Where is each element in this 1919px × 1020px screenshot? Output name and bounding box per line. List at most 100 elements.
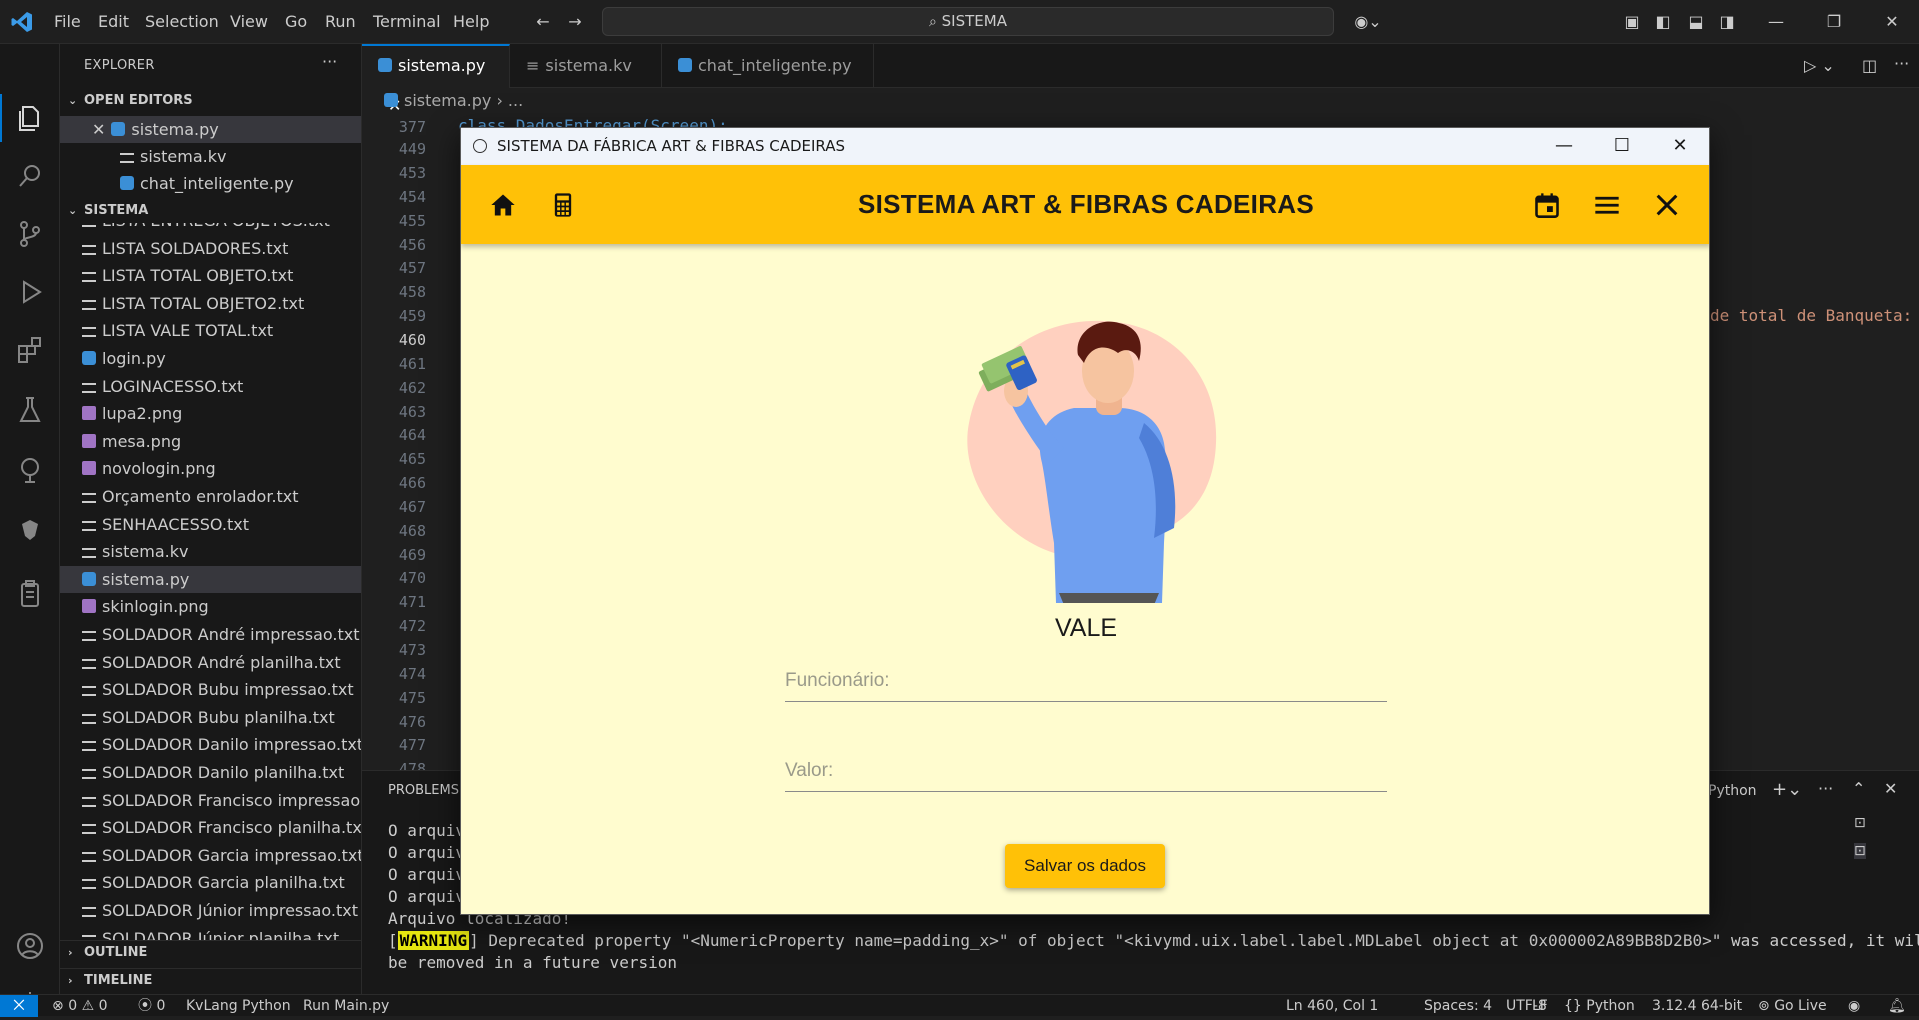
file-item[interactable]: SOLDADOR Garcia impressao.txt [60, 842, 361, 869]
file-item[interactable]: novologin.png [60, 455, 361, 482]
maximize-panel-icon[interactable]: ⌃ [1852, 779, 1865, 798]
file-item[interactable]: mesa.png [60, 428, 361, 455]
code-line-459-tail[interactable]: de total de Banqueta: [1710, 306, 1912, 325]
go-live-status[interactable]: ⊚ Go Live [1758, 995, 1827, 1017]
file-item[interactable]: login.py [60, 345, 361, 372]
language-status[interactable]: {} Python [1564, 995, 1635, 1017]
file-item[interactable]: sistema.py [60, 565, 361, 593]
minimize-icon[interactable]: — [1535, 128, 1593, 165]
value-input[interactable] [785, 750, 1387, 791]
close-icon[interactable]: ✕ [92, 120, 105, 139]
file-item[interactable]: SOLDADOR Francisco planilha.txt [60, 814, 361, 841]
file-item[interactable]: SOLDADOR Danilo impressao.txt [60, 731, 361, 758]
more-actions-icon[interactable]: ··· [1818, 779, 1833, 798]
save-data-button[interactable]: Salvar os dados [1005, 844, 1165, 888]
menu-icon[interactable] [1593, 191, 1621, 219]
remote-explorer-icon[interactable] [14, 454, 46, 486]
file-item[interactable]: SOLDADOR Bubu impressao.txt [60, 676, 361, 703]
menu-help[interactable]: Help [453, 12, 489, 31]
terminal-kind[interactable]: Python [1708, 783, 1757, 799]
more-actions-icon[interactable]: ··· [322, 52, 337, 71]
extensions-icon[interactable] [14, 334, 46, 366]
file-item[interactable]: skinlogin.png [60, 593, 361, 620]
minimize-icon[interactable]: — [1766, 12, 1786, 32]
toggle-sidebar-icon[interactable]: ◧ [1653, 12, 1673, 32]
notifications-bell-icon[interactable]: 🔔︎ [1888, 995, 1906, 1017]
run-main-status[interactable]: Run Main.py [303, 995, 389, 1017]
customize-layout-icon[interactable]: ▣ [1622, 12, 1642, 32]
file-item[interactable]: SOLDADOR Júnior impressao.txt [60, 897, 361, 924]
language-mode-status[interactable]: KvLang Python [186, 995, 291, 1017]
testing-icon[interactable] [14, 394, 46, 426]
maximize-icon[interactable]: ☐ [1593, 128, 1651, 165]
folder-header-sistema[interactable]: ⌄ SISTEMA [60, 199, 361, 223]
close-window-icon[interactable]: ✕ [1882, 12, 1902, 32]
python-interpreter[interactable]: 3.12.4 64-bit [1652, 995, 1742, 1017]
file-item[interactable]: SOLDADOR Bubu planilha.txt [60, 704, 361, 731]
terminal-instance-icon[interactable]: ⊡ [1854, 815, 1866, 831]
employee-input[interactable] [785, 660, 1387, 701]
toggle-secondary-sidebar-icon[interactable]: ◨ [1717, 12, 1737, 32]
restore-icon[interactable]: ❐ [1824, 12, 1844, 32]
home-icon[interactable] [489, 191, 517, 219]
python-extension-icon[interactable] [14, 514, 46, 546]
forward-arrow-icon[interactable]: → [565, 12, 585, 32]
menu-edit[interactable]: Edit [98, 12, 129, 31]
file-item[interactable]: sistema.kv [60, 538, 361, 565]
file-item[interactable]: SOLDADOR Garcia planilha.txt [60, 869, 361, 896]
menu-terminal[interactable]: Terminal [373, 12, 441, 31]
clipboard-icon[interactable] [14, 578, 46, 610]
file-item[interactable]: SOLDADOR André planilha.txt [60, 649, 361, 676]
remote-indicator-icon[interactable]: ⨉ [0, 995, 38, 1017]
open-editor-item-chat[interactable]: chat_inteligente.py [60, 170, 361, 197]
tab-sistema-py[interactable]: sistema.py ✕ [362, 44, 510, 115]
more-actions-icon[interactable]: ··· [1894, 54, 1909, 73]
tab-chat-inteligente[interactable]: chat_inteligente.py [662, 44, 874, 88]
open-editor-item-sistema-py[interactable]: ✕ sistema.py [60, 116, 361, 143]
file-item[interactable]: LISTA VALE TOTAL.txt [60, 317, 361, 344]
breadcrumb-symbol[interactable]: ... [508, 91, 523, 110]
close-window-icon[interactable]: ✕ [1651, 128, 1709, 165]
command-center-search[interactable]: ⌕ SISTEMA [602, 7, 1334, 36]
file-item[interactable]: SENHAACESSO.txt [60, 511, 361, 538]
open-editors-header[interactable]: ⌄ OPEN EDITORS [60, 89, 361, 113]
menu-view[interactable]: View [230, 12, 268, 31]
explorer-icon[interactable] [14, 102, 46, 134]
indentation[interactable]: Spaces: 4 [1424, 995, 1492, 1017]
tab-problems[interactable]: PROBLEMS [388, 783, 459, 798]
file-item[interactable]: LOGINACESSO.txt [60, 373, 361, 400]
source-control-icon[interactable] [14, 218, 46, 250]
file-item[interactable]: Orçamento enrolador.txt [60, 483, 361, 510]
new-terminal-icon[interactable]: +⌄ [1772, 779, 1802, 800]
file-item[interactable]: lupa2.png [60, 400, 361, 427]
close-icon[interactable] [1653, 191, 1681, 219]
menu-file[interactable]: File [54, 12, 81, 31]
terminal-instance-icon[interactable]: ⊡ [1854, 843, 1866, 859]
value-field[interactable] [785, 750, 1387, 792]
timeline-header[interactable]: › TIMELINE [60, 968, 361, 992]
toggle-panel-icon[interactable]: ⬓ [1686, 12, 1706, 32]
search-icon[interactable] [14, 160, 46, 192]
run-python-icon[interactable]: ▷ ⌄ [1804, 56, 1835, 75]
outline-header[interactable]: › OUTLINE [60, 940, 361, 964]
run-debug-icon[interactable] [14, 276, 46, 308]
cursor-position[interactable]: Ln 460, Col 1 [1286, 995, 1378, 1017]
ports-status[interactable]: ⦿ 0 [138, 995, 165, 1017]
file-item[interactable]: SOLDADOR Danilo planilha.txt [60, 759, 361, 786]
split-editor-icon[interactable]: ◫ [1862, 56, 1877, 75]
back-arrow-icon[interactable]: ← [533, 12, 553, 32]
file-item[interactable]: LISTA SOLDADORES.txt [60, 235, 361, 262]
menu-run[interactable]: Run [325, 12, 356, 31]
menu-selection[interactable]: Selection [145, 12, 219, 31]
file-item[interactable]: SOLDADOR Francisco impressao.txt [60, 787, 361, 814]
file-item[interactable]: LISTA TOTAL OBJETO2.txt [60, 290, 361, 317]
employee-field[interactable] [785, 660, 1387, 702]
calendar-icon[interactable] [1533, 191, 1561, 219]
accounts-icon[interactable] [14, 930, 46, 962]
open-editor-item-sistema-kv[interactable]: sistema.kv [60, 143, 361, 170]
close-panel-icon[interactable]: ✕ [1884, 779, 1897, 798]
copilot-icon[interactable]: ◉⌄ [1350, 12, 1386, 32]
file-item[interactable]: LISTA ENTREGA OBJETOS.txt [60, 223, 361, 234]
calculator-icon[interactable] [549, 191, 577, 219]
end-of-line[interactable]: LF [1532, 995, 1548, 1017]
